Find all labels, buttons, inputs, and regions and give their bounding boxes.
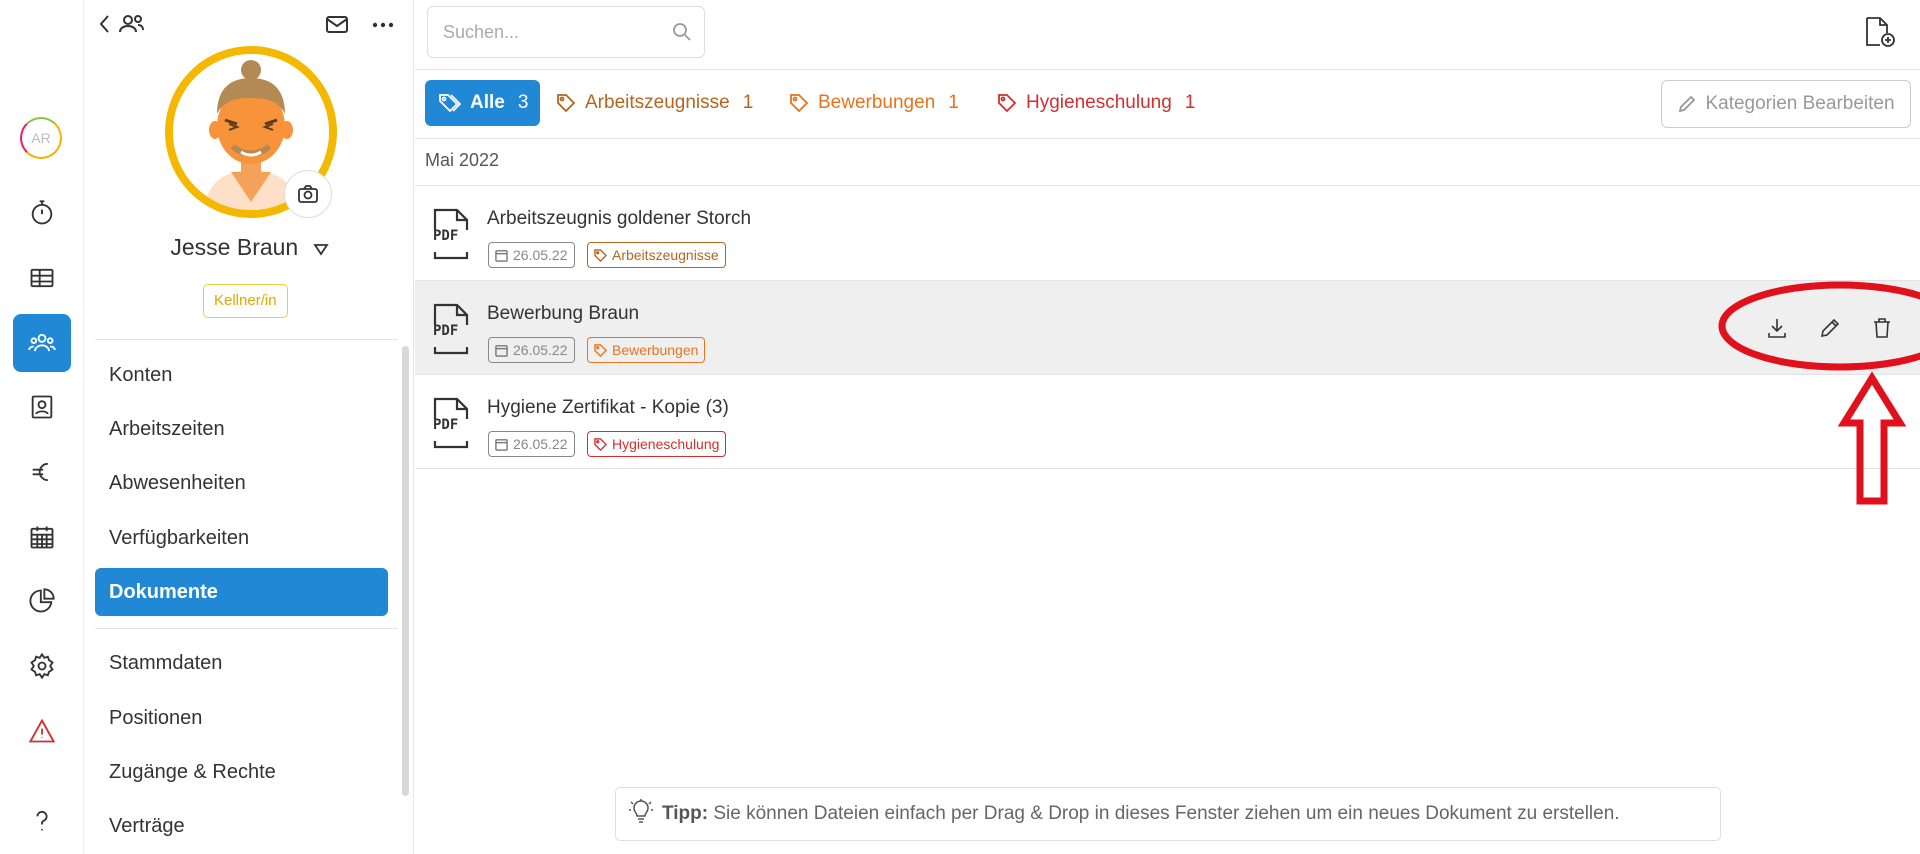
category-chip: Arbeitszeugnisse	[587, 242, 726, 268]
tab-alle[interactable]: Alle 3	[425, 80, 541, 126]
calendar-icon[interactable]	[13, 508, 71, 566]
mail-icon[interactable]	[325, 15, 349, 40]
tag-icon	[594, 248, 607, 262]
menu-item-dokumente[interactable]: Dokumente	[95, 568, 388, 616]
document-title[interactable]: Bewerbung Braun	[487, 303, 639, 325]
menu-item-abwesenheiten[interactable]: Abwesenheiten	[95, 459, 388, 507]
category-chip: Hygieneschulung	[587, 431, 727, 457]
menu-item-verfuegbarkeiten[interactable]: Verfügbarkeiten	[95, 514, 388, 562]
warning-icon[interactable]	[13, 702, 71, 760]
documents-main: Suchen... Alle 3 Arbeitszeugnisse 1 Bewe…	[415, 0, 1920, 854]
pdf-file-icon: PDF	[431, 301, 473, 355]
document-row[interactable]: PDF Hygiene Zertifikat - Kopie (3) 26.05…	[415, 375, 1920, 469]
menu-item-zugaenge-rechte[interactable]: Zugänge & Rechte	[95, 748, 388, 796]
euro-icon[interactable]	[13, 443, 71, 501]
stopwatch-icon[interactable]	[13, 184, 71, 242]
users-icon[interactable]	[13, 314, 71, 372]
toolbar-divider	[415, 69, 1920, 70]
document-row[interactable]: PDF Arbeitszeugnis goldener Storch 26.05…	[415, 186, 1920, 280]
calendar-icon	[495, 249, 508, 262]
date-chip: 26.05.22	[488, 242, 575, 268]
tag-icon	[790, 94, 809, 113]
calendar-icon	[495, 438, 508, 451]
menu-item-vertraege[interactable]: Verträge	[95, 802, 388, 850]
user-avatar[interactable]: AR	[20, 117, 62, 159]
tabs-divider	[415, 138, 1920, 139]
menu-item-konten[interactable]: Konten	[95, 351, 388, 399]
pie-chart-icon[interactable]	[13, 572, 71, 630]
contact-card-icon[interactable]	[13, 378, 71, 436]
tip-banner: Tipp: Sie können Dateien einfach per Dra…	[615, 787, 1721, 841]
tab-arbeitszeugnisse[interactable]: Arbeitszeugnisse 1	[556, 80, 753, 126]
more-icon[interactable]	[371, 16, 395, 39]
add-document-icon[interactable]	[1863, 16, 1897, 53]
tag-icon	[557, 94, 576, 113]
menu-item-positionen[interactable]: Positionen	[95, 694, 388, 742]
change-photo-button[interactable]	[284, 170, 332, 218]
pencil-icon	[1679, 95, 1696, 113]
tag-icon	[594, 343, 607, 357]
document-title[interactable]: Hygiene Zertifikat - Kopie (3)	[487, 397, 729, 419]
search-icon	[673, 23, 691, 41]
tag-icon	[998, 94, 1017, 113]
document-row[interactable]: PDF Bewerbung Braun 26.05.22 Bewerbungen	[415, 281, 1920, 375]
tags-icon	[439, 94, 461, 113]
search-input[interactable]: Suchen...	[427, 6, 705, 58]
profile-panel: Jesse Braun Kellner/in Konten Arbeitszei…	[85, 0, 414, 854]
gear-icon[interactable]	[13, 637, 71, 695]
edit-categories-button[interactable]: Kategorien Bearbeiten	[1661, 80, 1911, 128]
profile-name[interactable]: Jesse Braun	[85, 234, 414, 261]
help-icon[interactable]	[13, 792, 71, 850]
back-icon[interactable]	[97, 13, 111, 40]
annotation-highlight	[1718, 281, 1920, 505]
menu-item-arbeitszeiten[interactable]: Arbeitszeiten	[95, 405, 388, 453]
menu-divider-top	[95, 339, 398, 340]
row-divider	[415, 468, 1920, 469]
date-chip: 26.05.22	[488, 337, 575, 363]
month-header: Mai 2022	[425, 150, 500, 170]
panel-scrollbar[interactable]	[402, 346, 409, 796]
tag-icon	[594, 437, 607, 451]
category-chip: Bewerbungen	[587, 337, 706, 363]
menu-item-stammdaten[interactable]: Stammdaten	[95, 639, 388, 687]
role-badge: Kellner/in	[203, 284, 288, 318]
panel-toolbar	[85, 0, 414, 50]
caret-down-icon	[312, 244, 329, 256]
calendar-icon	[495, 344, 508, 357]
lightbulb-icon	[628, 798, 654, 830]
icon-rail: AR	[0, 0, 84, 854]
pdf-file-icon: PDF	[431, 395, 473, 449]
tab-hygieneschulung[interactable]: Hygieneschulung 1	[997, 80, 1195, 126]
camera-icon	[298, 185, 318, 203]
tab-bewerbungen[interactable]: Bewerbungen 1	[789, 80, 959, 126]
menu-divider	[95, 628, 398, 629]
date-chip: 26.05.22	[488, 431, 575, 457]
table-icon[interactable]	[13, 249, 71, 307]
document-title[interactable]: Arbeitszeugnis goldener Storch	[487, 208, 751, 230]
pdf-file-icon: PDF	[431, 206, 473, 260]
group-icon	[117, 12, 145, 41]
